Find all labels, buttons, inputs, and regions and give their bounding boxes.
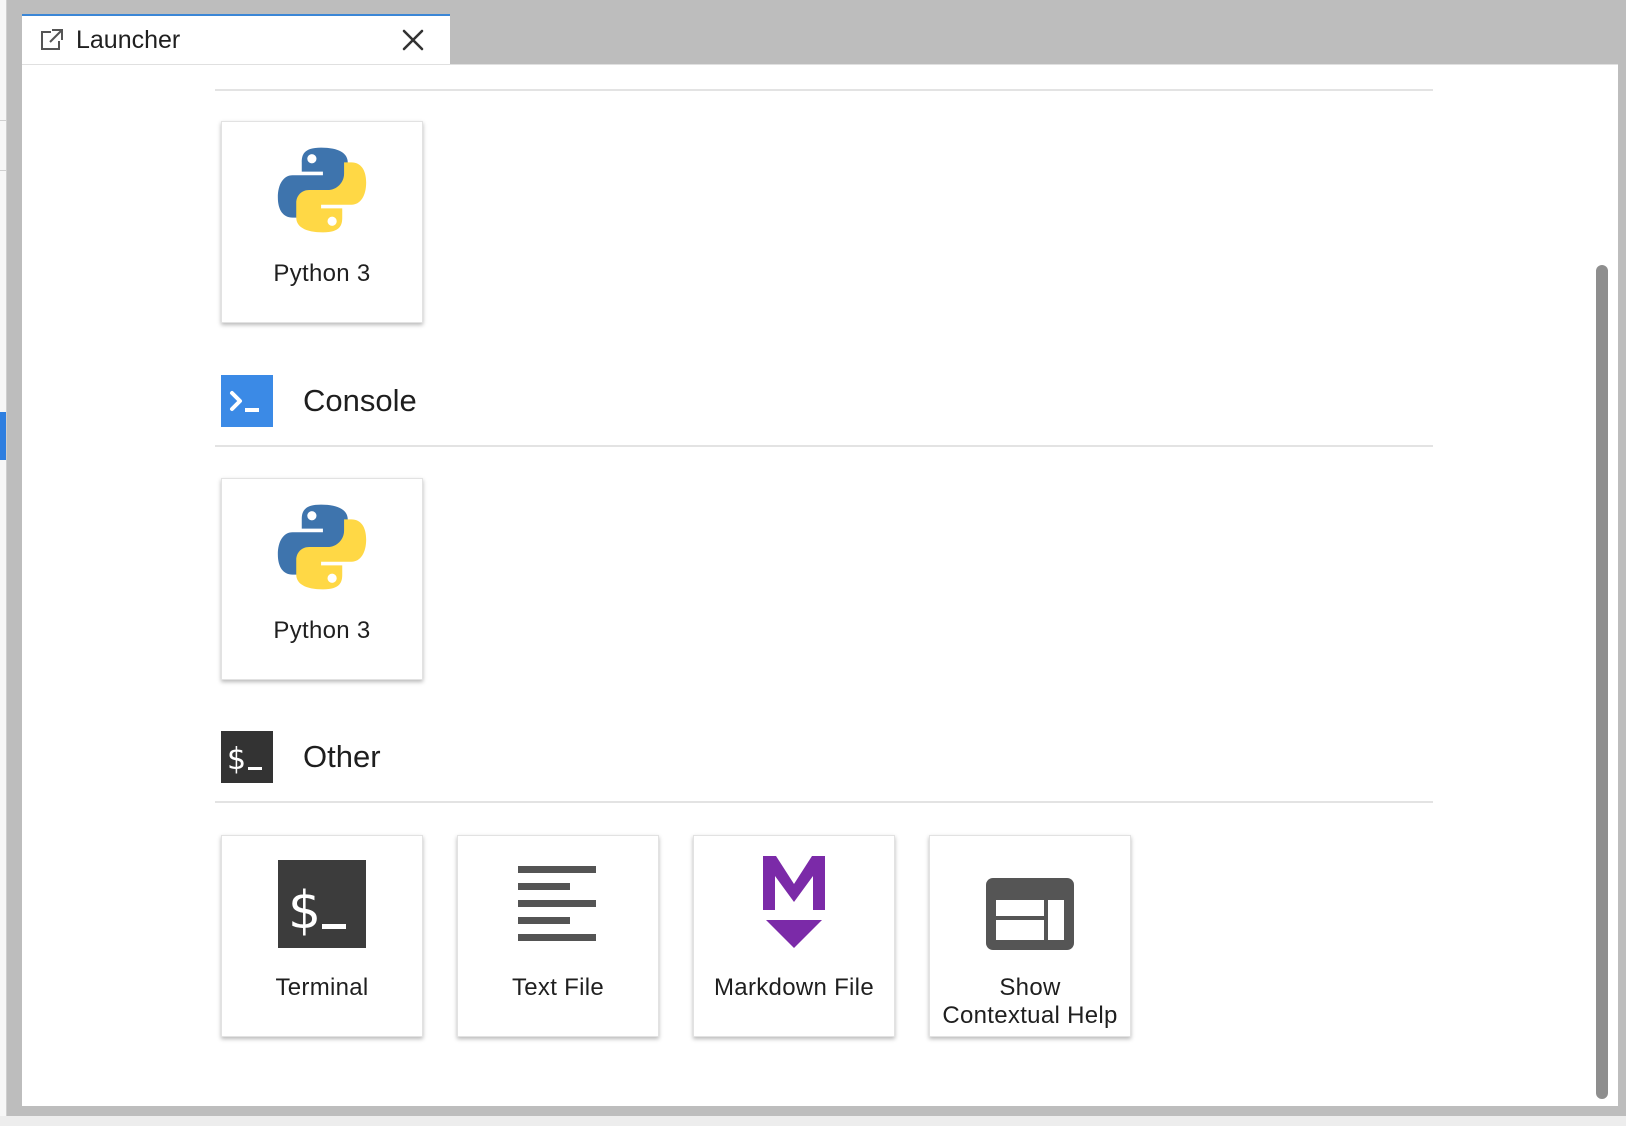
markdown-icon: [746, 854, 842, 950]
section-divider: [215, 89, 1433, 91]
launcher-panel[interactable]: Python 3 Console Python 3 $ Other $ Term…: [22, 64, 1618, 1106]
text-file-card[interactable]: Text File: [457, 835, 659, 1037]
card-label: Show Contextual Help: [942, 974, 1118, 1029]
vertical-scrollbar[interactable]: [1596, 265, 1608, 1099]
tab-launcher[interactable]: Launcher: [22, 14, 450, 64]
status-area: [0, 1116, 1626, 1126]
close-icon[interactable]: [394, 21, 432, 59]
contextual-help-icon: [982, 866, 1078, 962]
console-prompt-icon: [221, 375, 273, 427]
sidebar-active-indicator: [0, 412, 6, 460]
terminal-card[interactable]: $ Terminal: [221, 835, 423, 1037]
card-label: Text File: [511, 974, 605, 1001]
card-label: Terminal: [275, 974, 369, 1001]
markdown-file-card[interactable]: Markdown File: [693, 835, 895, 1037]
notebook-python3-card[interactable]: Python 3: [221, 121, 423, 323]
console-python3-card[interactable]: Python 3: [221, 478, 423, 680]
contextual-help-card[interactable]: Show Contextual Help: [929, 835, 1131, 1037]
sidebar-divider: [0, 170, 6, 171]
card-label: Markdown File: [714, 974, 874, 1001]
launch-icon: [40, 28, 64, 52]
svg-text:$: $: [288, 881, 321, 941]
section-divider: [215, 801, 1433, 803]
card-label: Python 3: [273, 617, 371, 644]
launcher-window: Launcher Python 3 Console Python 3 $ Oth…: [0, 0, 1626, 1126]
sidebar-divider: [0, 120, 6, 121]
other-section-header: $ Other: [221, 731, 381, 783]
terminal-dollar-icon: $: [221, 731, 273, 783]
python-logo-icon: [274, 499, 370, 595]
console-section-header: Console: [221, 375, 417, 427]
terminal-icon: $: [274, 856, 370, 952]
tab-title: Launcher: [76, 25, 181, 54]
card-label: Python 3: [273, 260, 371, 287]
svg-text:$: $: [227, 742, 246, 777]
left-sidebar-edge: [0, 0, 7, 1126]
python-logo-icon: [274, 142, 370, 238]
section-title: Other: [303, 739, 381, 774]
section-title: Console: [303, 383, 417, 418]
text-file-icon: [510, 856, 606, 952]
section-divider: [215, 445, 1433, 447]
